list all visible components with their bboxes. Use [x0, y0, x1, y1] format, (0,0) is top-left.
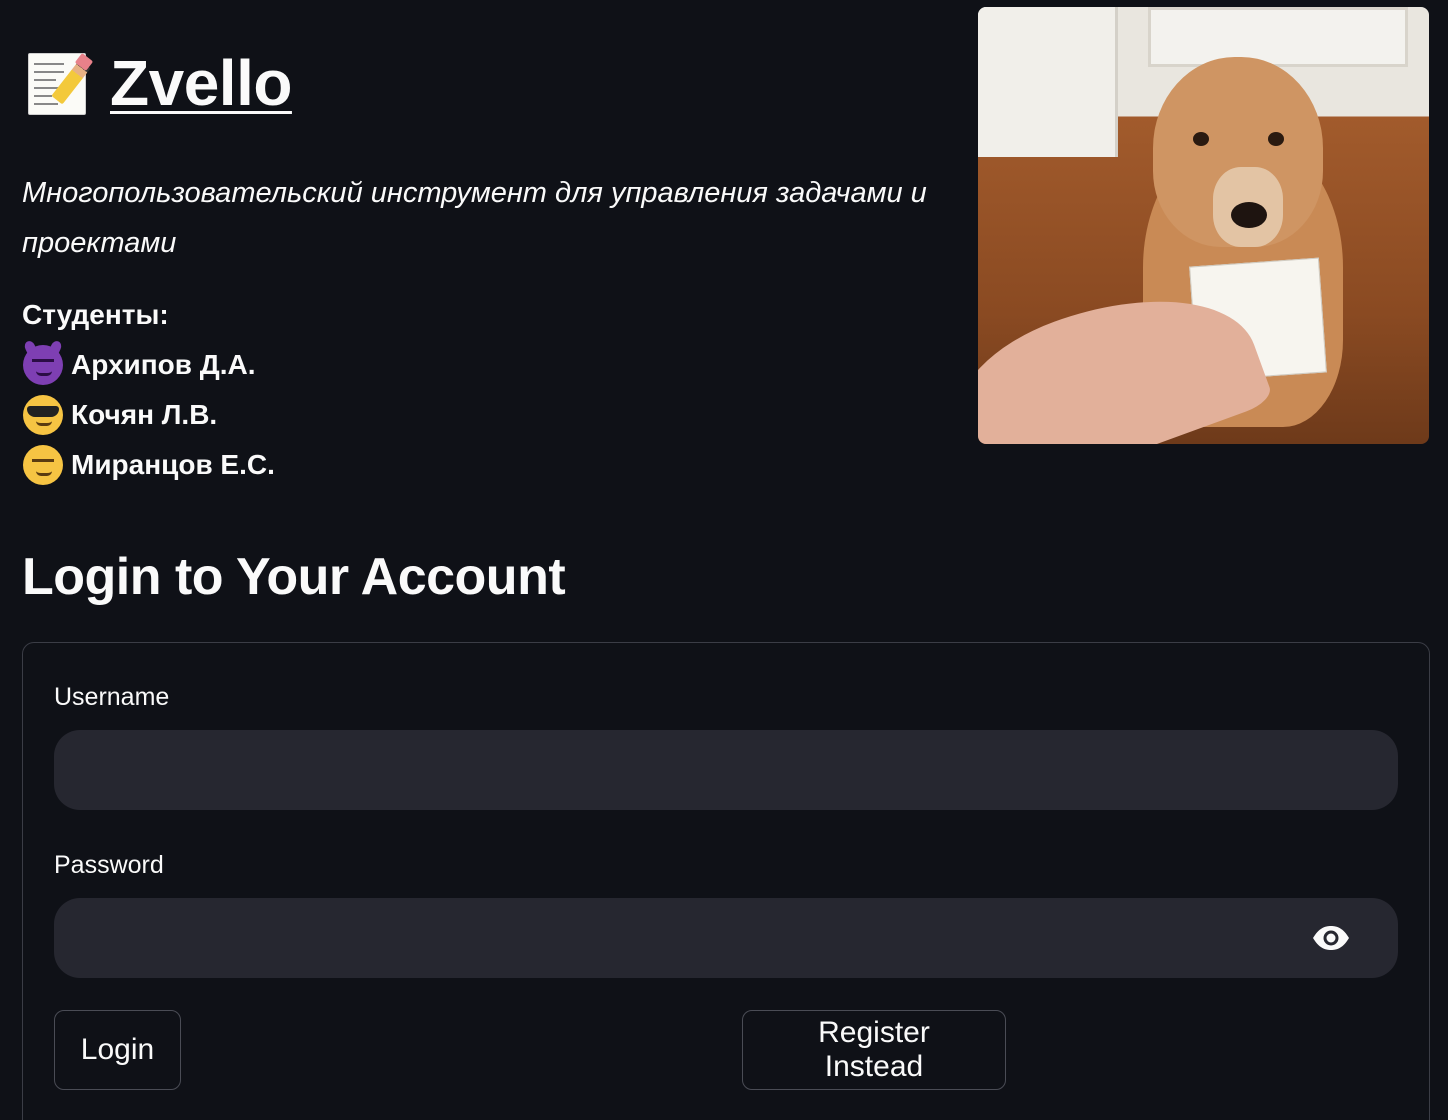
student-item: Архипов Д.А.	[22, 340, 962, 390]
student-item: Кочян Л.В.	[22, 390, 962, 440]
username-input[interactable]	[54, 730, 1398, 810]
show-password-eye-icon[interactable]	[1309, 922, 1353, 954]
app-title-link[interactable]: Zvello	[110, 46, 292, 120]
smirking-face-emoji-icon	[23, 445, 63, 485]
student-name: Архипов Д.А.	[71, 349, 256, 380]
password-input[interactable]	[54, 898, 1398, 978]
student-item: Миранцов Е.С.	[22, 440, 962, 490]
student-name: Кочян Л.В.	[71, 399, 218, 430]
students-label: Студенты:	[22, 299, 169, 330]
username-label: Username	[54, 683, 170, 711]
app-page: Zvello Многопользовательский инструмент …	[0, 0, 1448, 1120]
login-heading: Login to Your Account	[22, 548, 566, 606]
header-section: Zvello Многопользовательский инструмент …	[22, 38, 962, 490]
register-instead-button[interactable]: Register Instead	[742, 1010, 1006, 1090]
student-name: Миранцов Е.С.	[71, 449, 275, 480]
dog-image	[978, 7, 1429, 444]
password-label: Password	[54, 851, 164, 879]
app-subtitle: Многопользовательский инструмент для упр…	[22, 177, 927, 259]
memo-icon	[24, 47, 94, 119]
login-button[interactable]: Login	[54, 1010, 181, 1090]
smiling-devil-emoji-icon	[23, 345, 63, 385]
login-form: Username Password Login Register Instead	[22, 642, 1430, 1120]
title-row: Zvello	[22, 38, 962, 128]
sunglasses-emoji-icon	[23, 395, 63, 435]
students-list: Студенты: Архипов Д.А. Кочян Л.В. Миранц…	[22, 290, 962, 490]
